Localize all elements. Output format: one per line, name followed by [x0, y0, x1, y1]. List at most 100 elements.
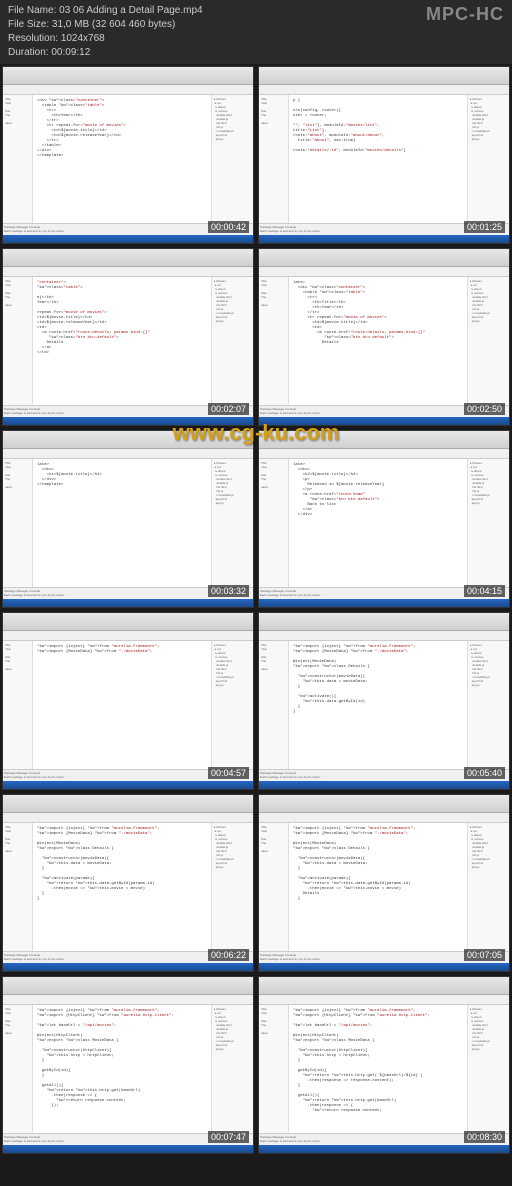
windows-taskbar [259, 781, 509, 789]
thumbnail-content: TitleYearStarTheJawslate> <div> <h1>${mo… [3, 431, 253, 607]
vs-titlebar [259, 67, 509, 85]
solution-explorer: ▸ Movies ▸ src ▸ about ▸ movies details.… [211, 1005, 253, 1133]
windows-taskbar [3, 417, 253, 425]
vs-titlebar [3, 795, 253, 813]
vs-body: TitleYearStarTheJawslate> <div> <h1>${mo… [3, 459, 253, 587]
vs-toolbar [259, 85, 509, 95]
code-editor: late> <div> <h2>${movie.title}</h2> <p> … [289, 459, 467, 587]
vs-body: TitleYearStarTheJawslate> <div> <h2>${mo… [259, 459, 509, 587]
timestamp-overlay: 00:02:50 [464, 403, 505, 415]
timestamp-overlay: 00:04:15 [464, 585, 505, 597]
file-size-value: 31,0 MB (32 604 460 bytes) [52, 19, 175, 30]
vs-left-panel: TitleYearStarTheJaws [3, 823, 33, 951]
vs-body: TitleYearStarTheJaws"kw">import {inject}… [3, 1005, 253, 1133]
vs-body: TitleYearStarTheJaws"kw">import {inject}… [259, 823, 509, 951]
solution-explorer: ▸ Movies ▸ src ▸ about ▸ movies details.… [467, 823, 509, 951]
windows-taskbar [3, 1145, 253, 1153]
thumbnail-7[interactable]: TitleYearStarTheJaws"kw">import {inject}… [2, 612, 254, 790]
timestamp-overlay: 00:06:22 [208, 949, 249, 961]
code-editor: "container"> "kw">class="table"> e}</th>… [33, 277, 211, 405]
windows-taskbar [3, 963, 253, 971]
thumbnail-2[interactable]: TitleYearStarTheJawsp { ure(config, rout… [258, 66, 510, 244]
vs-toolbar [259, 995, 509, 1005]
code-editor: "kw">import {inject} "kw">from "aurelia-… [289, 823, 467, 951]
vs-titlebar [3, 613, 253, 631]
thumbnail-6[interactable]: TitleYearStarTheJawslate> <div> <h2>${mo… [258, 430, 510, 608]
solution-explorer: ▸ Movies ▸ src ▸ about ▸ movies details.… [211, 277, 253, 405]
vs-titlebar [3, 67, 253, 85]
timestamp-overlay: 00:07:47 [208, 1131, 249, 1143]
vs-left-panel: TitleYearStarTheJaws [3, 641, 33, 769]
windows-taskbar [3, 781, 253, 789]
code-editor: "kw">import {inject} "kw">from "aurelia-… [33, 1005, 211, 1133]
vs-titlebar [259, 431, 509, 449]
vs-titlebar [3, 249, 253, 267]
code-editor: "kw">import {inject} "kw">from "aurelia-… [289, 1005, 467, 1133]
windows-taskbar [3, 599, 253, 607]
vs-toolbar [3, 85, 253, 95]
thumbnail-4[interactable]: TitleYearStarTheJawslate> <div "kw">clas… [258, 248, 510, 426]
vs-titlebar [259, 613, 509, 631]
thumbnail-content: TitleYearStarTheJaws"kw">import {inject}… [3, 977, 253, 1153]
thumbnail-9[interactable]: TitleYearStarTheJaws"kw">import {inject}… [2, 794, 254, 972]
file-size-row: File Size: 31,0 MB (32 604 460 bytes) [8, 18, 203, 32]
thumbnail-content: TitleYearStarTheJawsp { ure(config, rout… [259, 67, 509, 243]
file-name-value: 03 06 Adding a Detail Page.mp4 [59, 5, 202, 16]
thumbnail-10[interactable]: TitleYearStarTheJaws"kw">import {inject}… [258, 794, 510, 972]
vs-titlebar [259, 795, 509, 813]
solution-explorer: ▸ Movies ▸ src ▸ about ▸ movies details.… [211, 823, 253, 951]
windows-taskbar [259, 963, 509, 971]
resolution-value: 1024x768 [61, 33, 105, 44]
vs-left-panel: TitleYearStarTheJaws [259, 823, 289, 951]
thumbnail-8[interactable]: TitleYearStarTheJaws"kw">import {inject}… [258, 612, 510, 790]
solution-explorer: ▸ Movies ▸ src ▸ about ▸ movies details.… [467, 459, 509, 587]
vs-body: TitleYearStarTheJaws"kw">import {inject}… [259, 641, 509, 769]
vs-body: TitleYearStarTheJaws"kw">import {inject}… [259, 1005, 509, 1133]
file-name-row: File Name: 03 06 Adding a Detail Page.mp… [8, 4, 203, 18]
thumbnail-12[interactable]: TitleYearStarTheJaws"kw">import {inject}… [258, 976, 510, 1154]
vs-toolbar [259, 631, 509, 641]
timestamp-overlay: 00:07:05 [464, 949, 505, 961]
file-name-label: File Name: [8, 5, 56, 16]
solution-explorer: ▸ Movies ▸ src ▸ about ▸ movies details.… [467, 1005, 509, 1133]
thumbnail-5[interactable]: TitleYearStarTheJawslate> <div> <h1>${mo… [2, 430, 254, 608]
vs-toolbar [3, 449, 253, 459]
vs-toolbar [259, 813, 509, 823]
vs-left-panel: TitleYearStarTheJaws [3, 1005, 33, 1133]
duration-label: Duration: [8, 47, 49, 58]
duration-value: 00:09:12 [51, 47, 90, 58]
thumbnail-content: TitleYearStarTheJawslate> <div> <h2>${mo… [259, 431, 509, 607]
thumbnail-3[interactable]: TitleYearStarTheJaws"container"> "kw">cl… [2, 248, 254, 426]
solution-explorer: ▸ Movies ▸ src ▸ about ▸ movies details.… [467, 95, 509, 223]
thumbnail-11[interactable]: TitleYearStarTheJaws"kw">import {inject}… [2, 976, 254, 1154]
timestamp-overlay: 00:04:57 [208, 767, 249, 779]
vs-toolbar [3, 813, 253, 823]
code-editor: p { ure(config, router){ uter = router; … [289, 95, 467, 223]
vs-left-panel: TitleYearStarTheJaws [259, 641, 289, 769]
thumbnail-content: TitleYearStarTheJaws"kw">import {inject}… [259, 977, 509, 1153]
vs-body: TitleYearStarTheJawsp { ure(config, rout… [259, 95, 509, 223]
resolution-row: Resolution: 1024x768 [8, 32, 203, 46]
vs-left-panel: TitleYearStarTheJaws [259, 459, 289, 587]
thumbnail-content: TitleYearStarTheJaws"container"> "kw">cl… [3, 249, 253, 425]
vs-body: TitleYearStarTheJaws<div "kw">class="con… [3, 95, 253, 223]
timestamp-overlay: 00:05:40 [464, 767, 505, 779]
timestamp-overlay: 00:08:30 [464, 1131, 505, 1143]
thumbnail-content: TitleYearStarTheJaws<div "kw">class="con… [3, 67, 253, 243]
code-editor: late> <div "kw">class="container"> <tabl… [289, 277, 467, 405]
timestamp-overlay: 00:01:25 [464, 221, 505, 233]
windows-taskbar [3, 235, 253, 243]
vs-titlebar [259, 977, 509, 995]
code-editor: "kw">import {inject} "kw">from "aurelia-… [289, 641, 467, 769]
thumbnail-content: TitleYearStarTheJaws"kw">import {inject}… [3, 613, 253, 789]
windows-taskbar [259, 599, 509, 607]
code-editor: late> <div> <h1>${movie.title}</h1> </di… [33, 459, 211, 587]
thumbnail-content: TitleYearStarTheJaws"kw">import {inject}… [3, 795, 253, 971]
thumbnail-1[interactable]: TitleYearStarTheJaws<div "kw">class="con… [2, 66, 254, 244]
vs-left-panel: TitleYearStarTheJaws [259, 1005, 289, 1133]
solution-explorer: ▸ Movies ▸ src ▸ about ▸ movies details.… [467, 641, 509, 769]
vs-body: TitleYearStarTheJaws"container"> "kw">cl… [3, 277, 253, 405]
solution-explorer: ▸ Movies ▸ src ▸ about ▸ movies details.… [211, 95, 253, 223]
app-name: MPC-HC [426, 4, 504, 25]
solution-explorer: ▸ Movies ▸ src ▸ about ▸ movies details.… [211, 641, 253, 769]
